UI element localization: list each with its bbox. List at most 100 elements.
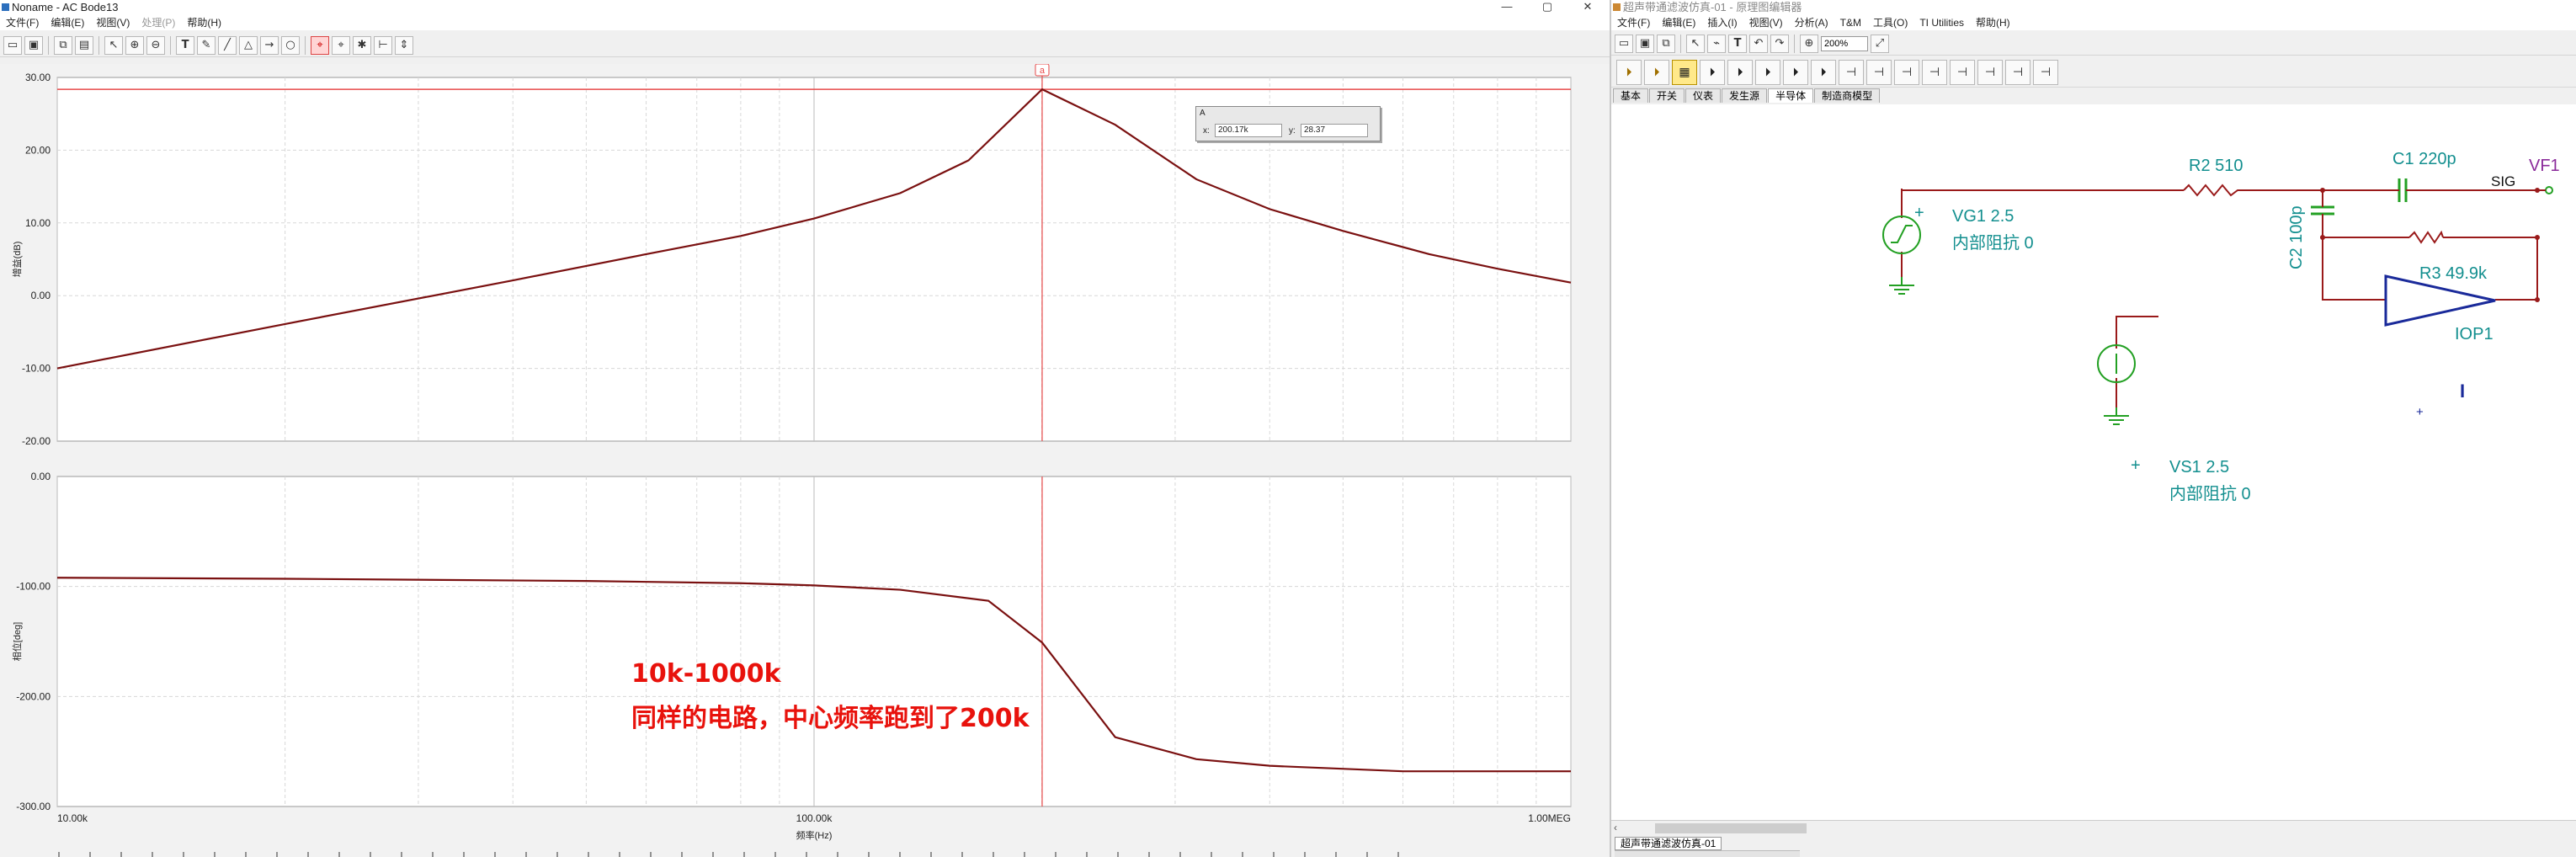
tab-manufacturer[interactable]: 制造商模型	[1814, 88, 1881, 103]
app-icon	[2, 3, 9, 11]
menu-file[interactable]: 文件(F)	[0, 15, 45, 30]
bode-titlebar: Noname - AC Bode13 — ▢ ✕	[0, 0, 1610, 15]
copy-icon[interactable]: ⧉	[1657, 34, 1675, 53]
bode-window: Noname - AC Bode13 — ▢ ✕ 文件(F) 编辑(E) 视图(…	[0, 0, 1610, 857]
zoom-select[interactable]: 200%	[1821, 35, 1868, 51]
pointer-icon[interactable]: ↖	[104, 35, 123, 55]
menu-tools[interactable]: 工具(O)	[1867, 15, 1913, 30]
copy-icon[interactable]: ⧉	[54, 35, 72, 55]
wire-icon[interactable]: ⌁	[1707, 34, 1726, 53]
menu-edit[interactable]: 编辑(E)	[45, 15, 90, 30]
cursor-a-icon[interactable]: ⌖	[311, 35, 329, 55]
vs1-plus: +	[2131, 456, 2141, 475]
undo-icon[interactable]: ↶	[1749, 34, 1768, 53]
marker-icon[interactable]: ✱	[353, 35, 371, 55]
line-icon[interactable]: ╱	[218, 35, 237, 55]
schematic-title: 超声带通滤波仿真-01 - 原理图编辑器	[1623, 1, 1802, 13]
tab-switch[interactable]: 开关	[1649, 88, 1685, 103]
menu-view[interactable]: 视图(V)	[1743, 15, 1789, 30]
open-icon[interactable]: ▭	[1615, 34, 1633, 53]
save-icon[interactable]: ▣	[1636, 34, 1654, 53]
transistor-icon[interactable]: ⊣	[1922, 59, 1947, 85]
battery-icon[interactable]: ⏵	[1616, 59, 1642, 85]
menu-help[interactable]: 帮助(H)	[1970, 15, 2016, 30]
x-axis-label: 频率(Hz)	[796, 829, 833, 841]
menu-tm[interactable]: T&M	[1834, 15, 1867, 30]
pointer-icon[interactable]: ↖	[1686, 34, 1705, 53]
y-tick-label: 0.00	[31, 290, 51, 301]
text-icon[interactable]: T	[1728, 34, 1747, 53]
tab-basic[interactable]: 基本	[1613, 88, 1649, 103]
cursor-y-value[interactable]: 28.37	[1301, 124, 1368, 137]
fit-icon[interactable]: ⤢	[1871, 34, 1889, 53]
tab-meters[interactable]: 仪表	[1685, 88, 1722, 103]
cursor-readout[interactable]: A x: 200.17k y: 28.37	[1195, 106, 1381, 141]
open-icon[interactable]: ▭	[3, 35, 22, 55]
cursor-b-icon[interactable]: ⌖	[332, 35, 350, 55]
menu-file[interactable]: 文件(F)	[1611, 15, 1656, 30]
vg1-label: VG1 2.5	[1952, 207, 2014, 226]
tab-sources[interactable]: 发生源	[1722, 88, 1768, 103]
scroll-icon[interactable]: ⇕	[395, 35, 413, 55]
r2-label: R2 510	[2189, 157, 2243, 175]
draw-icon[interactable]: ✎	[197, 35, 216, 55]
iop1-label: IOP1	[2455, 325, 2494, 343]
diode-icon[interactable]: ⏵	[1811, 59, 1836, 85]
text-icon[interactable]: T	[176, 35, 194, 55]
bode-plot-area: 30.00 20.00 10.00 0.00 -10.00 -20.00 增益(dB) 0.0…	[0, 64, 1610, 857]
shape-icon[interactable]: △	[239, 35, 258, 55]
circuit-diagram	[1882, 178, 2553, 425]
label-icon[interactable]: ⊢	[374, 35, 392, 55]
menu-ti-utilities[interactable]: TI Utilities	[1913, 15, 1970, 30]
bode-title: Noname - AC Bode13	[12, 1, 119, 13]
transistor-icon[interactable]: ⊣	[1894, 59, 1919, 85]
schematic-canvas[interactable]: + VG1 2.5 内部阻抗 0 R2 510 C1 220p C2 100p …	[1611, 104, 2576, 820]
diode-icon[interactable]: ⏵	[1755, 59, 1780, 85]
meter-icon[interactable]: ▦	[1672, 59, 1697, 85]
status-strip	[1615, 850, 1800, 857]
scroll-left-icon[interactable]: ‹	[1614, 822, 1617, 833]
zoom-out-icon[interactable]: ⊖	[146, 35, 165, 55]
menu-view[interactable]: 视图(V)	[90, 15, 136, 30]
cursor-x-value[interactable]: 200.17k	[1215, 124, 1282, 137]
tab-semiconductor[interactable]: 半导体	[1768, 88, 1814, 103]
menu-insert[interactable]: 插入(I)	[1701, 15, 1743, 30]
zoom-in-icon[interactable]: ⊕	[125, 35, 144, 55]
diode-icon[interactable]: ⏵	[1783, 59, 1808, 85]
transistor-icon[interactable]: ⊣	[1977, 59, 2003, 85]
transistor-icon[interactable]: ⊣	[2005, 59, 2030, 85]
circle-icon[interactable]: ○	[281, 35, 300, 55]
schematic-titlebar: 超声带通滤波仿真-01 - 原理图编辑器	[1611, 0, 2576, 15]
diode-icon[interactable]: ⏵	[1727, 59, 1753, 85]
y-tick-label: -20.00	[22, 435, 51, 447]
bode-chart[interactable]: 30.00 20.00 10.00 0.00 -10.00 -20.00 增益(dB) 0.0…	[0, 64, 1610, 857]
component-tabs: 基本 开关 仪表 发生源 半导体 制造商模型	[1611, 88, 2576, 103]
wire	[2116, 316, 2158, 407]
transistor-icon[interactable]: ⊣	[2033, 59, 2058, 85]
restore-button[interactable]: ▢	[1530, 0, 1564, 13]
transistor-icon[interactable]: ⊣	[1839, 59, 1864, 85]
paste-icon[interactable]: ▤	[75, 35, 93, 55]
save-icon[interactable]: ▣	[24, 35, 43, 55]
transistor-icon[interactable]: ⊣	[1950, 59, 1975, 85]
arrow-icon[interactable]: →	[260, 35, 279, 55]
schematic-toolbar: ▭ ▣ ⧉ ↖ ⌁ T ↶ ↷ ⊕ 200% ⤢	[1611, 32, 2576, 56]
minimize-button[interactable]: —	[1490, 0, 1524, 13]
capacitor-c1	[2398, 178, 2408, 202]
doc-tab[interactable]: 超声带通滤波仿真-01	[1615, 837, 1722, 850]
close-button[interactable]: ✕	[1571, 0, 1605, 13]
schematic-hscrollbar[interactable]: ‹	[1611, 820, 2576, 835]
source-icon[interactable]: ⏵	[1644, 59, 1669, 85]
transistor-icon[interactable]: ⊣	[1866, 59, 1892, 85]
menu-process[interactable]: 处理(P)	[136, 15, 181, 30]
zoom-icon[interactable]: ⊕	[1800, 34, 1818, 53]
redo-icon[interactable]: ↷	[1770, 34, 1789, 53]
menu-analysis[interactable]: 分析(A)	[1789, 15, 1834, 30]
schematic-window: 超声带通滤波仿真-01 - 原理图编辑器 文件(F) 编辑(E) 插入(I) 视…	[1610, 0, 2576, 857]
scroll-thumb[interactable]	[1655, 823, 1807, 833]
menu-edit[interactable]: 编辑(E)	[1656, 15, 1701, 30]
diode-icon[interactable]: ⏵	[1700, 59, 1725, 85]
menu-help[interactable]: 帮助(H)	[181, 15, 227, 30]
cursor-y-label: y:	[1289, 126, 1296, 136]
vg1-plus: +	[1914, 204, 1924, 222]
